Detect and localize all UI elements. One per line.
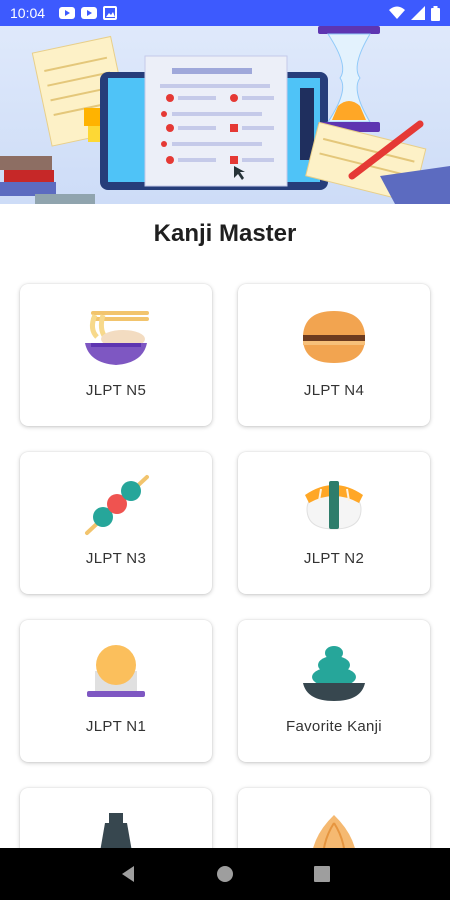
ramen-icon [76, 302, 156, 372]
card-label: JLPT N2 [303, 550, 365, 567]
sushi-icon [294, 470, 374, 540]
card-jlpt-n3[interactable]: JLPT N3 [20, 452, 212, 594]
back-icon [122, 866, 135, 882]
card-jlpt-n5[interactable]: JLPT N5 [20, 284, 212, 426]
card-favorite-kanji[interactable]: Favorite Kanji [238, 620, 430, 762]
header-banner-illustration [0, 26, 450, 204]
card-label: Favorite Kanji [286, 718, 382, 735]
battery-icon [431, 5, 440, 21]
notification-icons [59, 6, 118, 20]
signal-icon [411, 6, 425, 20]
quiz-sheet-illustration [144, 55, 288, 187]
books-illustration [0, 156, 95, 204]
youtube-icon [59, 7, 76, 19]
recents-button[interactable] [310, 862, 334, 886]
home-button[interactable] [213, 862, 237, 886]
system-icons [389, 5, 440, 21]
clock: 10:04 [10, 5, 46, 21]
back-button[interactable] [116, 862, 140, 886]
card-jlpt-n1[interactable]: JLPT N1 [20, 620, 212, 762]
card-label: JLPT N4 [303, 382, 365, 399]
card-label: JLPT N5 [85, 382, 147, 399]
card-label: JLPT N3 [85, 550, 147, 567]
dango-icon [76, 470, 156, 540]
status-bar: 10:04 [0, 0, 450, 26]
home-icon [216, 866, 233, 882]
wifi-icon [389, 6, 405, 19]
dorayaki-icon [294, 302, 374, 372]
app-title: Kanji Master [153, 220, 297, 247]
recents-icon [313, 866, 330, 882]
wasabi-icon [294, 638, 374, 708]
card-jlpt-n2[interactable]: JLPT N2 [238, 452, 430, 594]
card-label: JLPT N1 [85, 718, 147, 735]
onigiri-icon [76, 638, 156, 708]
android-navigation-bar [0, 848, 450, 900]
card-jlpt-n4[interactable]: JLPT N4 [238, 284, 430, 426]
youtube-icon [81, 7, 98, 19]
image-icon [103, 6, 118, 20]
